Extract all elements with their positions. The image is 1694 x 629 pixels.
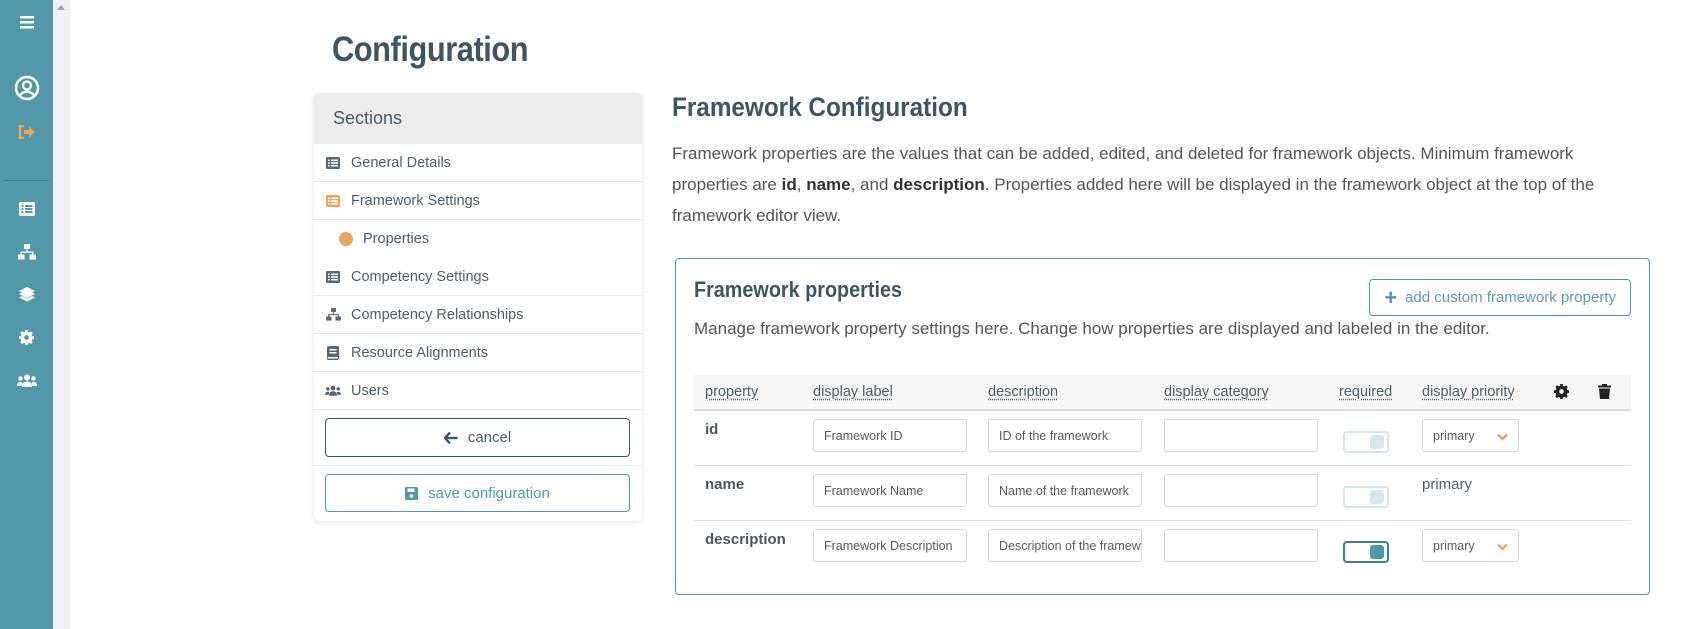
framework-properties-description: Manage framework property settings here.… [694,319,1490,338]
required-toggle[interactable] [1343,541,1389,563]
display-category-input[interactable] [1164,419,1318,452]
section-competency-relationships[interactable]: Competency Relationships [314,296,642,334]
layers-icon[interactable] [0,282,53,306]
framework-configuration-description: Framework properties are the values that… [672,138,1602,231]
section-label: Competency Settings [351,268,489,285]
rail-divider [3,180,49,181]
add-custom-property-button[interactable]: + add custom framework property [1369,279,1631,316]
chevron-down-icon [1497,540,1508,554]
book-icon [325,345,341,360]
sections-panel: Sections General Details Framework Setti… [314,93,642,521]
section-properties[interactable]: Properties [314,220,642,258]
display-priority-text: primary [1422,476,1473,493]
page-title: Configuration [332,30,529,69]
arrow-left-icon [443,431,458,444]
section-framework-settings[interactable]: Framework Settings [314,182,642,220]
users-icon [325,384,341,398]
section-label: General Details [351,154,451,171]
display-category-input[interactable] [1164,529,1318,562]
property-name: description [705,531,786,548]
list-icon[interactable] [0,197,53,221]
gear-icon[interactable] [0,325,53,349]
toggle-knob [1370,545,1384,559]
display-priority-select[interactable]: primary [1422,419,1519,452]
cancel-button[interactable]: cancel [325,418,630,457]
description-input[interactable] [988,529,1142,562]
desc-sep: , and [850,175,894,194]
user-circle-icon[interactable] [0,75,53,101]
section-resource-alignments[interactable]: Resource Alignments [314,334,642,372]
trash-icon[interactable] [1598,384,1611,404]
desc-bold-description: description [893,175,985,194]
display-priority-select[interactable]: primary [1422,529,1519,562]
table-row: name primary [694,466,1631,521]
column-header-display-label: display label [813,384,893,400]
column-header-required: required [1339,384,1393,400]
description-input[interactable] [988,474,1142,507]
section-label: Framework Settings [351,192,480,209]
desc-bold-id: id [781,175,797,194]
section-label: Properties [363,231,430,247]
list-alt-icon [325,194,341,208]
framework-properties-card: Framework properties + add custom framew… [675,258,1650,595]
add-label: add custom framework property [1405,289,1616,306]
save-label: save configuration [428,484,550,502]
column-header-display-priority: display priority [1422,384,1515,400]
users-icon[interactable] [0,368,53,392]
cancel-button-wrap: cancel [314,410,642,466]
column-header-display-category: display category [1164,384,1269,400]
desc-sep: , [796,175,807,194]
sitemap-icon[interactable] [0,240,53,264]
property-name: name [705,476,745,493]
chevron-down-icon [1497,430,1508,444]
save-configuration-button[interactable]: save configuration [325,474,630,512]
required-toggle[interactable] [1343,486,1389,508]
sign-out-icon[interactable] [0,120,53,144]
gear-icon[interactable] [1554,384,1570,404]
save-icon [405,486,419,500]
section-users[interactable]: Users [314,372,642,410]
table-header: property display label description displ… [694,375,1631,411]
active-dot-icon [339,232,353,246]
menu-icon[interactable] [0,10,53,34]
cancel-label: cancel [467,429,512,446]
toggle-knob [1370,435,1384,449]
section-label: Users [351,382,389,399]
section-label: Competency Relationships [351,306,524,323]
list-alt-icon [325,270,341,284]
properties-table: property display label description displ… [694,375,1631,576]
section-general-details[interactable]: General Details [314,144,642,182]
side-navigation-rail [0,0,53,629]
property-name: id [705,421,719,438]
table-row: description primary [694,521,1631,576]
column-header-property: property [705,384,759,400]
sitemap-icon [325,308,341,322]
save-button-wrap: save configuration [314,466,642,520]
desc-bold-name: name [806,175,851,194]
column-header-description: description [988,384,1059,400]
required-toggle[interactable] [1343,431,1389,453]
list-alt-icon [325,156,341,170]
select-value: primary [1433,428,1475,443]
scrollbar-track[interactable] [53,0,70,629]
sections-header: Sections [314,93,642,144]
section-label: Resource Alignments [351,344,489,361]
framework-properties-title: Framework properties [694,277,902,302]
select-value: primary [1433,538,1475,553]
table-row: id primary [694,411,1631,466]
section-competency-settings[interactable]: Competency Settings [314,258,642,296]
scroll-up-arrow-icon[interactable] [57,5,65,10]
display-category-input[interactable] [1164,474,1318,507]
framework-configuration-title: Framework Configuration [672,92,968,122]
description-input[interactable] [988,419,1142,452]
display-label-input[interactable] [813,529,967,562]
display-label-input[interactable] [813,474,967,507]
display-label-input[interactable] [813,419,967,452]
plus-icon: + [1384,284,1398,310]
toggle-knob [1370,490,1384,504]
